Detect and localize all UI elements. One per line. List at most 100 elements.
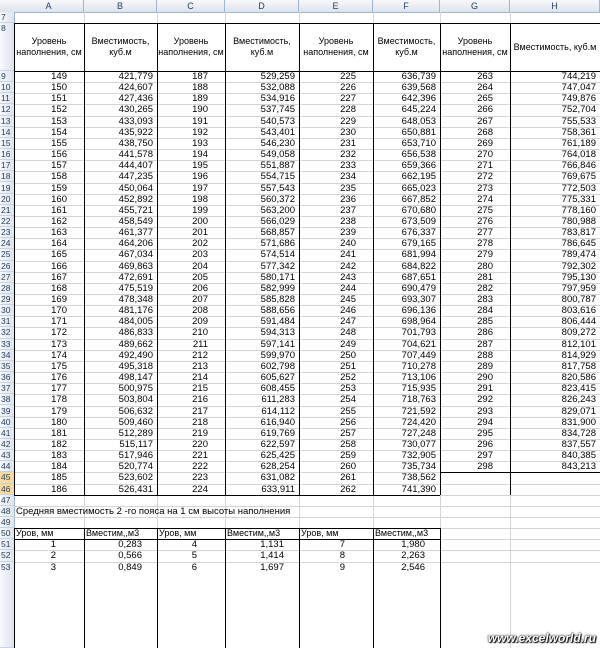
row-header-46[interactable]: 46: [0, 483, 14, 495]
row-header-43[interactable]: 43: [0, 450, 14, 462]
capacity-cell[interactable]: 622,597: [225, 439, 295, 450]
row-header-14[interactable]: 14: [0, 127, 14, 138]
row-header-19[interactable]: 19: [0, 183, 14, 194]
capacity-cell[interactable]: 812,101: [510, 339, 596, 350]
small-capacity-cell[interactable]: 1,414: [225, 550, 284, 561]
capacity-cell[interactable]: 829,071: [510, 406, 596, 417]
row-header-42[interactable]: 42: [0, 439, 14, 451]
level-cell[interactable]: 232: [299, 149, 356, 160]
small-capacity-cell[interactable]: 1,697: [225, 562, 284, 573]
capacity-cell[interactable]: 534,916: [225, 93, 295, 104]
level-cell[interactable]: 224: [157, 484, 208, 495]
capacity-cell[interactable]: 512,289: [84, 428, 153, 439]
level-cell[interactable]: 235: [299, 183, 356, 194]
level-cell[interactable]: 289: [440, 361, 493, 372]
level-cell[interactable]: 175: [14, 361, 67, 372]
capacity-cell[interactable]: 755,533: [510, 116, 596, 127]
level-cell[interactable]: 188: [157, 82, 208, 93]
capacity-cell[interactable]: 843,213: [510, 461, 596, 472]
level-cell[interactable]: 276: [440, 216, 493, 227]
capacity-cell[interactable]: 599,970: [225, 350, 295, 361]
capacity-cell[interactable]: 557,543: [225, 183, 295, 194]
level-cell[interactable]: 178: [14, 394, 67, 405]
capacity-cell[interactable]: 464,206: [84, 238, 153, 249]
capacity-cell[interactable]: 614,112: [225, 406, 295, 417]
level-cell[interactable]: 263: [440, 71, 493, 82]
capacity-cell[interactable]: 817,758: [510, 361, 596, 372]
level-cell[interactable]: 217: [157, 406, 208, 417]
capacity-cell[interactable]: 673,509: [373, 216, 436, 227]
capacity-cell[interactable]: 789,474: [510, 249, 596, 260]
capacity-cell[interactable]: 749,876: [510, 93, 596, 104]
row-header-41[interactable]: 41: [0, 428, 14, 439]
capacity-cell[interactable]: 648,053: [373, 116, 436, 127]
level-cell[interactable]: 156: [14, 149, 67, 160]
level-cell[interactable]: 228: [299, 104, 356, 115]
capacity-cell[interactable]: 724,420: [373, 417, 436, 428]
column-header-e[interactable]: E: [299, 0, 373, 12]
row-header-28[interactable]: 28: [0, 283, 14, 294]
capacity-cell[interactable]: 588,656: [225, 305, 295, 316]
level-cell[interactable]: 194: [157, 149, 208, 160]
level-cell[interactable]: 168: [14, 283, 67, 294]
capacity-cell[interactable]: 517,946: [84, 450, 153, 461]
capacity-cell[interactable]: 780,988: [510, 216, 596, 227]
level-cell[interactable]: 186: [14, 484, 67, 495]
capacity-cell[interactable]: 806,444: [510, 316, 596, 327]
capacity-cell[interactable]: 721,592: [373, 406, 436, 417]
level-cell[interactable]: 162: [14, 216, 67, 227]
capacity-cell[interactable]: 744,219: [510, 71, 596, 82]
capacity-cell[interactable]: 679,165: [373, 238, 436, 249]
column-header-a[interactable]: A: [14, 0, 84, 12]
capacity-cell[interactable]: 438,750: [84, 138, 153, 149]
level-cell[interactable]: 236: [299, 194, 356, 205]
level-cell[interactable]: 284: [440, 305, 493, 316]
level-cell[interactable]: 218: [157, 417, 208, 428]
row-header-37[interactable]: 37: [0, 383, 14, 395]
level-cell[interactable]: 239: [299, 227, 356, 238]
capacity-cell[interactable]: 732,905: [373, 450, 436, 461]
row-header-38[interactable]: 38: [0, 394, 14, 406]
capacity-cell[interactable]: 809,272: [510, 327, 596, 338]
capacity-cell[interactable]: 795,130: [510, 272, 596, 283]
level-cell[interactable]: 295: [440, 428, 493, 439]
small-level-cell[interactable]: 1: [14, 539, 56, 550]
level-cell[interactable]: 264: [440, 82, 493, 93]
row-header-22[interactable]: 22: [0, 216, 14, 228]
small-capacity-cell[interactable]: 1,131: [225, 539, 284, 550]
level-cell[interactable]: 257: [299, 428, 356, 439]
small-capacity-cell[interactable]: 0,566: [84, 550, 142, 561]
level-cell[interactable]: 238: [299, 216, 356, 227]
small-level-cell[interactable]: 4: [157, 539, 197, 550]
capacity-cell[interactable]: 421,779: [84, 71, 153, 82]
row-header-49[interactable]: 49: [0, 517, 14, 529]
capacity-cell[interactable]: 715,935: [373, 383, 436, 394]
capacity-cell[interactable]: 523,602: [84, 472, 153, 483]
level-cell[interactable]: 187: [157, 71, 208, 82]
level-cell[interactable]: 275: [440, 205, 493, 216]
capacity-cell[interactable]: 786,645: [510, 238, 596, 249]
level-cell[interactable]: 196: [157, 171, 208, 182]
capacity-cell[interactable]: 549,058: [225, 149, 295, 160]
level-cell[interactable]: 255: [299, 406, 356, 417]
capacity-cell[interactable]: 667,852: [373, 194, 436, 205]
level-cell[interactable]: 294: [440, 417, 493, 428]
row-header-50[interactable]: 50: [0, 528, 14, 540]
row-header-45[interactable]: 45: [0, 472, 14, 484]
level-cell[interactable]: 189: [157, 93, 208, 104]
capacity-cell[interactable]: 515,117: [84, 439, 153, 450]
capacity-cell[interactable]: 551,887: [225, 160, 295, 171]
level-cell[interactable]: 237: [299, 205, 356, 216]
capacity-cell[interactable]: 554,715: [225, 171, 295, 182]
level-cell[interactable]: 265: [440, 93, 493, 104]
capacity-cell[interactable]: 526,431: [84, 484, 153, 495]
level-cell[interactable]: 197: [157, 183, 208, 194]
capacity-cell[interactable]: 500,975: [84, 383, 153, 394]
level-cell[interactable]: 288: [440, 350, 493, 361]
small-level-cell[interactable]: 9: [299, 562, 345, 573]
capacity-cell[interactable]: 498,147: [84, 372, 153, 383]
capacity-cell[interactable]: 605,627: [225, 372, 295, 383]
row-header-31[interactable]: 31: [0, 316, 14, 328]
row-header-32[interactable]: 32: [0, 327, 14, 339]
level-cell[interactable]: 177: [14, 383, 67, 394]
